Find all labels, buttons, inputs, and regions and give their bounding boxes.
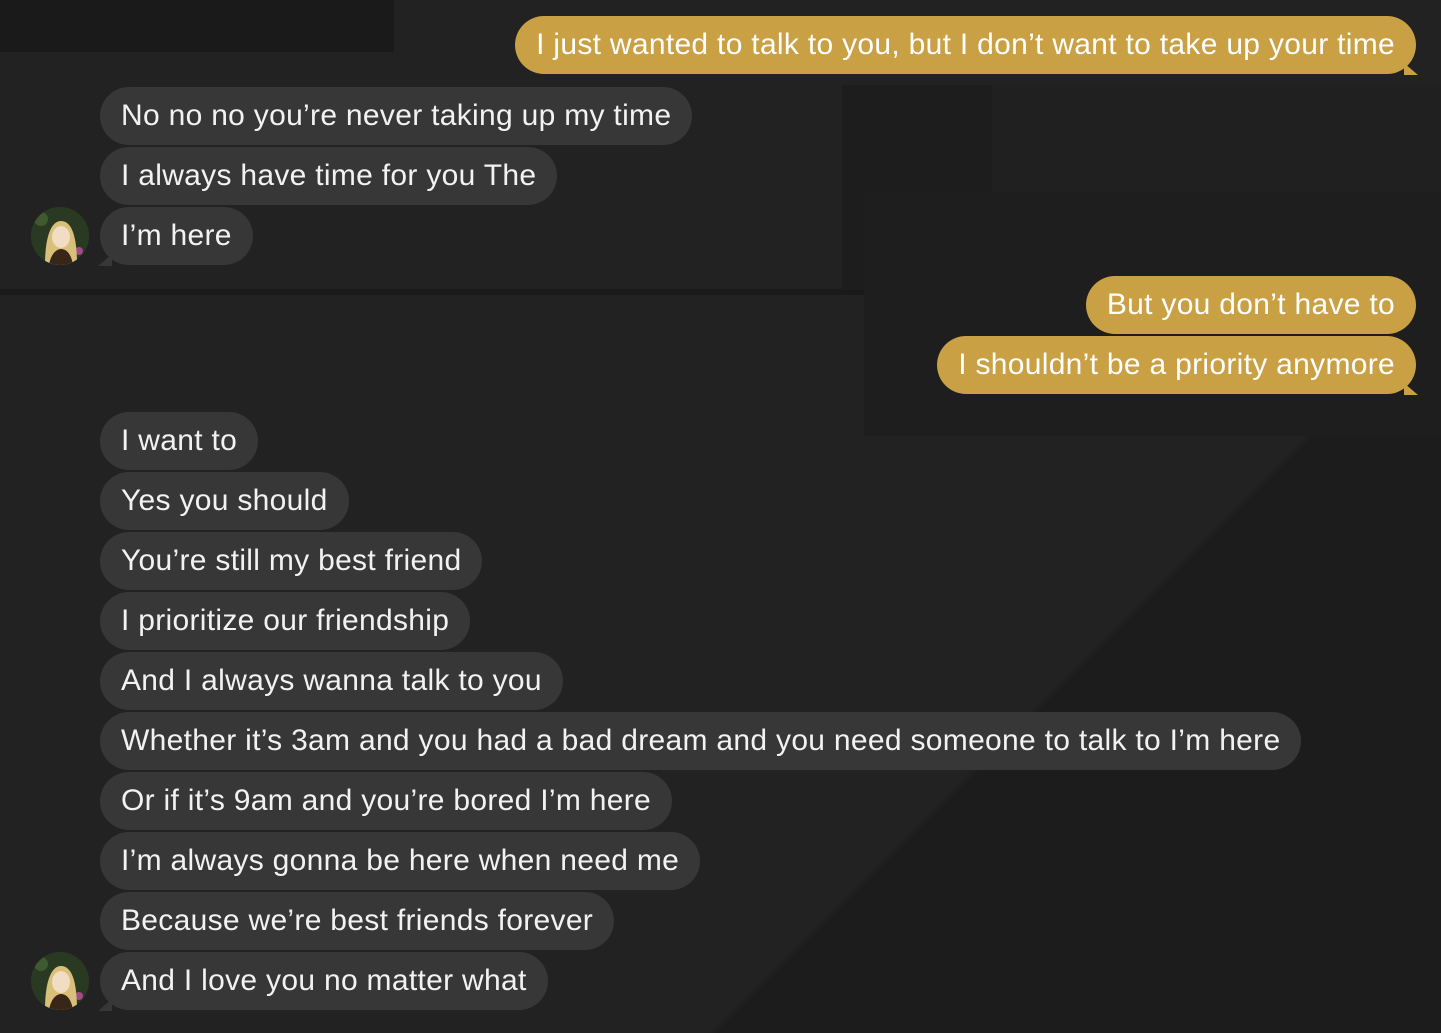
received-message-bubble[interactable]: And I love you no matter what bbox=[100, 952, 548, 1010]
message-text: Or if it’s 9am and you’re bored I’m here bbox=[121, 784, 652, 817]
received-message-bubble[interactable]: I prioritize our friendship bbox=[100, 592, 471, 650]
received-message-bubble[interactable]: Yes you should bbox=[100, 472, 349, 530]
message-text: And I love you no matter what bbox=[121, 964, 527, 997]
message-text: Because we’re best friends forever bbox=[121, 904, 594, 937]
background-panel bbox=[0, 0, 394, 52]
avatar-portrait-icon bbox=[31, 952, 89, 1010]
message-text: I shouldn’t be a priority anymore bbox=[958, 348, 1395, 381]
received-message-bubble[interactable]: I want to bbox=[100, 412, 259, 470]
received-message-bubble[interactable]: No no no you’re never taking up my time bbox=[100, 87, 693, 145]
message-text: Yes you should bbox=[121, 484, 328, 517]
sent-message-bubble[interactable]: But you don’t have to bbox=[1085, 276, 1416, 334]
message-text: I’m here bbox=[121, 219, 232, 252]
sent-message-bubble[interactable]: I just wanted to talk to you, but I don’… bbox=[515, 16, 1416, 74]
message-text: Whether it’s 3am and you had a bad dream… bbox=[121, 724, 1281, 757]
message-text: I’m always gonna be here when need me bbox=[121, 844, 680, 877]
avatar-portrait-icon bbox=[31, 207, 89, 265]
message-text: I want to bbox=[121, 424, 238, 457]
received-message-bubble[interactable]: You’re still my best friend bbox=[100, 532, 483, 590]
message-text: You’re still my best friend bbox=[121, 544, 462, 577]
received-message-bubble[interactable]: I’m always gonna be here when need me bbox=[100, 832, 701, 890]
contact-avatar-icon[interactable] bbox=[31, 952, 89, 1010]
message-text: But you don’t have to bbox=[1106, 288, 1395, 321]
message-text: No no no you’re never taking up my time bbox=[121, 99, 672, 132]
received-message-bubble[interactable]: Whether it’s 3am and you had a bad dream… bbox=[100, 712, 1302, 770]
contact-avatar-icon[interactable] bbox=[31, 207, 89, 265]
received-message-bubble[interactable]: I’m here bbox=[100, 207, 253, 265]
sent-message-bubble[interactable]: I shouldn’t be a priority anymore bbox=[937, 336, 1416, 394]
message-text: I prioritize our friendship bbox=[121, 604, 450, 637]
background-panel bbox=[992, 85, 1441, 192]
message-text: And I always wanna talk to you bbox=[121, 664, 542, 697]
message-text: I always have time for you The bbox=[121, 159, 537, 192]
received-message-bubble[interactable]: And I always wanna talk to you bbox=[100, 652, 563, 710]
received-message-bubble[interactable]: I always have time for you The bbox=[100, 147, 558, 205]
message-text: I just wanted to talk to you, but I don’… bbox=[536, 28, 1395, 61]
background-panel bbox=[0, 289, 870, 295]
received-message-bubble[interactable]: Because we’re best friends forever bbox=[100, 892, 615, 950]
received-message-bubble[interactable]: Or if it’s 9am and you’re bored I’m here bbox=[100, 772, 673, 830]
